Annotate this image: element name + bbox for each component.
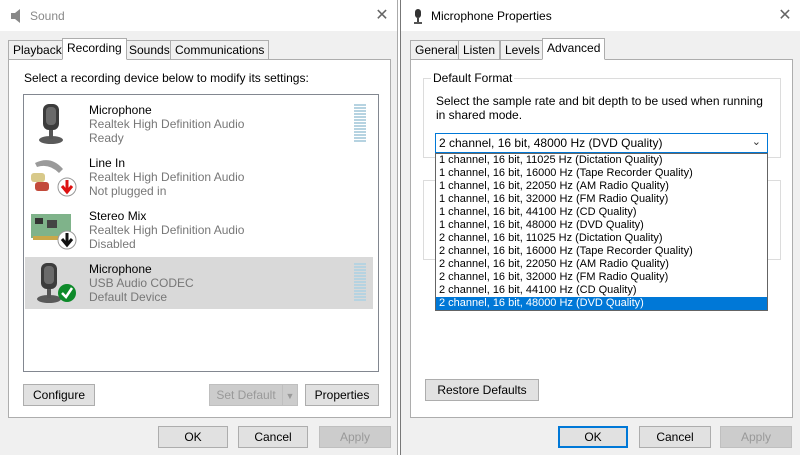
- default-format-select[interactable]: 2 channel, 16 bit, 48000 Hz (DVD Quality…: [435, 133, 768, 153]
- set-default-button[interactable]: Set Default: [209, 384, 283, 406]
- format-option[interactable]: 2 channel, 16 bit, 16000 Hz (Tape Record…: [436, 245, 767, 258]
- format-option[interactable]: 2 channel, 16 bit, 22050 Hz (AM Radio Qu…: [436, 258, 767, 271]
- mic-titlebar[interactable]: Microphone Properties ✕: [401, 0, 800, 31]
- default-format-description: Select the sample rate and bit depth to …: [436, 94, 763, 122]
- format-option[interactable]: 2 channel, 16 bit, 32000 Hz (FM Radio Qu…: [436, 271, 767, 284]
- tab-recording[interactable]: Recording: [62, 38, 127, 60]
- sound-close-button[interactable]: ✕: [367, 0, 397, 31]
- tab-listen[interactable]: Listen: [458, 40, 501, 60]
- device-driver: Realtek High Definition Audio: [89, 223, 245, 237]
- format-option[interactable]: 2 channel, 16 bit, 44100 Hz (CD Quality): [436, 284, 767, 297]
- sound-cancel-button[interactable]: Cancel: [238, 426, 308, 448]
- device-name: Stereo Mix: [89, 209, 147, 223]
- recording-prompt: Select a recording device below to modif…: [24, 71, 309, 85]
- format-dropdown-list[interactable]: 1 channel, 16 bit, 11025 Hz (Dictation Q…: [435, 153, 768, 311]
- device-name: Line In: [89, 156, 126, 170]
- device-name: Microphone: [89, 262, 152, 276]
- device-driver: USB Audio CODEC: [89, 276, 194, 290]
- selected-format-value: 2 channel, 16 bit, 48000 Hz (DVD Quality…: [439, 136, 663, 150]
- device-row-selected[interactable]: Microphone USB Audio CODEC Default Devic…: [25, 257, 373, 309]
- format-option[interactable]: 1 channel, 16 bit, 44100 Hz (CD Quality): [436, 206, 767, 219]
- microphone-icon: [37, 263, 76, 303]
- device-row[interactable]: Microphone Realtek High Definition Audio…: [25, 98, 373, 150]
- device-driver: Realtek High Definition Audio: [89, 117, 245, 131]
- tab-playback[interactable]: Playback: [8, 40, 67, 60]
- speaker-icon: [11, 9, 20, 23]
- tab-advanced[interactable]: Advanced: [542, 38, 606, 60]
- device-row[interactable]: Stereo Mix Realtek High Definition Audio…: [25, 204, 373, 256]
- sound-apply-button[interactable]: Apply: [319, 426, 391, 448]
- restore-defaults-button[interactable]: Restore Defaults: [425, 379, 539, 401]
- tab-levels[interactable]: Levels: [500, 40, 545, 60]
- format-option[interactable]: 1 channel, 16 bit, 11025 Hz (Dictation Q…: [436, 154, 767, 167]
- level-meter: [354, 104, 366, 144]
- device-name: Microphone: [89, 103, 152, 117]
- device-driver: Realtek High Definition Audio: [89, 170, 245, 184]
- tab-sounds[interactable]: Sounds: [124, 40, 175, 60]
- level-meter: [354, 263, 366, 303]
- device-status: Disabled: [89, 237, 136, 251]
- device-status: Ready: [89, 131, 124, 145]
- tab-communications[interactable]: Communications: [170, 40, 270, 60]
- device-status: Not plugged in: [89, 184, 167, 198]
- default-format-title: Default Format: [431, 71, 515, 85]
- line-in-icon: [31, 160, 77, 197]
- chevron-down-icon: ▼: [285, 391, 295, 401]
- mic-close-button[interactable]: ✕: [770, 0, 800, 31]
- mic-apply-button[interactable]: Apply: [720, 426, 792, 448]
- microphone-icon: [39, 104, 63, 144]
- mic-title: Microphone Properties: [431, 9, 552, 23]
- format-option[interactable]: 1 channel, 16 bit, 16000 Hz (Tape Record…: [436, 167, 767, 180]
- sound-titlebar[interactable]: Sound ✕: [0, 0, 397, 31]
- chevron-down-icon: ⌄: [751, 136, 761, 148]
- device-status: Default Device: [89, 290, 168, 304]
- recording-device-list[interactable]: Microphone Realtek High Definition Audio…: [23, 94, 379, 372]
- mic-ok-button[interactable]: OK: [558, 426, 628, 448]
- format-option[interactable]: 1 channel, 16 bit, 22050 Hz (AM Radio Qu…: [436, 180, 767, 193]
- mic-cancel-button[interactable]: Cancel: [639, 426, 711, 448]
- properties-button[interactable]: Properties: [305, 384, 379, 406]
- format-option-selected[interactable]: 2 channel, 16 bit, 48000 Hz (DVD Quality…: [436, 297, 767, 310]
- tab-general[interactable]: General: [410, 40, 463, 60]
- circuit-board-icon: [31, 214, 77, 250]
- microphone-icon: [414, 9, 422, 24]
- sound-title: Sound: [30, 9, 65, 23]
- sound-ok-button[interactable]: OK: [158, 426, 228, 448]
- format-option[interactable]: 1 channel, 16 bit, 32000 Hz (FM Radio Qu…: [436, 193, 767, 206]
- set-default-dropdown-button[interactable]: ▼: [282, 384, 298, 406]
- configure-button[interactable]: Configure: [23, 384, 95, 406]
- format-option[interactable]: 2 channel, 16 bit, 11025 Hz (Dictation Q…: [436, 232, 767, 245]
- sound-dialog: Sound ✕ Playback Recording Sounds Commun…: [0, 0, 398, 455]
- device-row[interactable]: Line In Realtek High Definition Audio No…: [25, 151, 373, 203]
- format-option[interactable]: 1 channel, 16 bit, 48000 Hz (DVD Quality…: [436, 219, 767, 232]
